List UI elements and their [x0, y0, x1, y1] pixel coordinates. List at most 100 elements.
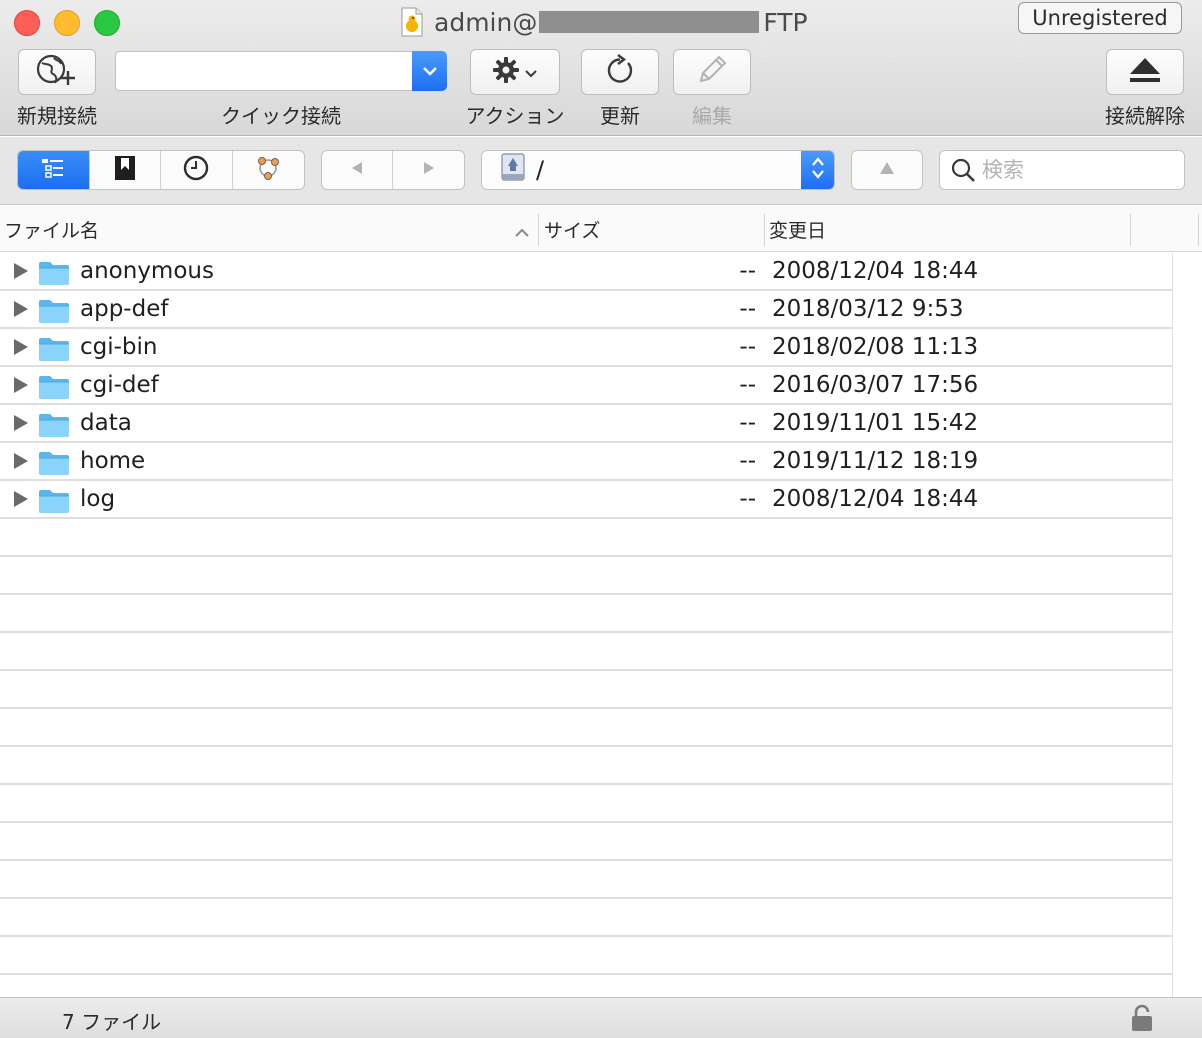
triangle-up-icon	[878, 160, 896, 180]
bookmarks-tab[interactable]	[90, 151, 161, 189]
window-title-prefix: admin@	[434, 7, 538, 37]
pencil-icon	[695, 53, 729, 91]
folder-icon	[38, 260, 70, 286]
disconnect-button[interactable]	[1106, 49, 1184, 95]
bookmark-icon	[113, 154, 137, 186]
file-modified-date: 2008/12/04 18:44	[772, 258, 979, 284]
empty-row	[0, 557, 1172, 595]
folder-icon	[38, 412, 70, 438]
lock-icon[interactable]	[1130, 1003, 1154, 1033]
action-button[interactable]	[470, 49, 560, 95]
bonjour-tab[interactable]	[233, 151, 305, 189]
back-button[interactable]	[322, 151, 393, 189]
empty-row	[0, 671, 1172, 709]
column-divider[interactable]	[538, 214, 539, 246]
history-tab[interactable]	[161, 151, 233, 189]
new-connection-button[interactable]	[18, 49, 96, 95]
file-name: app-def	[80, 296, 169, 322]
edit-button[interactable]	[673, 49, 751, 95]
column-header-row: ファイル名 サイズ 変更日	[0, 206, 1202, 252]
folder-icon	[38, 298, 70, 324]
search-field[interactable]	[939, 150, 1185, 190]
folder-icon	[38, 336, 70, 362]
file-count: 7 ファイル	[62, 1010, 162, 1034]
redacted-hostname	[539, 11, 760, 33]
view-mode-segmented-control	[17, 150, 305, 190]
file-size: --	[739, 448, 756, 474]
new-connection-label: 新規接続	[17, 104, 97, 128]
table-row[interactable]: app-def -- 2018/03/12 9:53	[0, 291, 1172, 329]
current-path: /	[536, 156, 545, 184]
file-modified-date: 2016/03/07 17:56	[772, 372, 979, 398]
table-row[interactable]: home -- 2019/11/12 18:19	[0, 443, 1172, 481]
minimize-window-button[interactable]	[54, 10, 80, 36]
file-modified-date: 2019/11/01 15:42	[772, 410, 979, 436]
disk-icon	[498, 152, 528, 188]
empty-row	[0, 595, 1172, 633]
column-divider[interactable]	[764, 214, 765, 246]
column-header-size[interactable]: サイズ	[544, 206, 760, 252]
close-window-button[interactable]	[14, 10, 40, 36]
refresh-button[interactable]	[581, 49, 659, 95]
status-bar: 7 ファイル	[0, 997, 1202, 1038]
file-name: log	[80, 486, 116, 512]
file-size: --	[739, 410, 756, 436]
file-name: data	[80, 410, 132, 436]
file-modified-date: 2018/02/08 11:13	[772, 334, 979, 360]
disclosure-triangle-icon[interactable]	[14, 377, 28, 393]
clock-icon	[182, 154, 210, 186]
table-row[interactable]: cgi-bin -- 2018/02/08 11:13	[0, 329, 1172, 367]
search-icon	[950, 157, 976, 183]
disclosure-triangle-icon[interactable]	[14, 415, 28, 431]
scroll-gutter	[1172, 253, 1202, 997]
navigation-bar: /	[0, 137, 1202, 205]
forward-button[interactable]	[393, 151, 464, 189]
unregistered-button[interactable]: Unregistered	[1018, 2, 1182, 34]
table-row[interactable]: anonymous -- 2008/12/04 18:44	[0, 253, 1172, 291]
quick-connect-dropdown[interactable]	[412, 51, 447, 91]
column-header-modified-label: 変更日	[769, 219, 827, 242]
empty-row	[0, 823, 1172, 861]
file-name: cgi-def	[80, 372, 159, 398]
file-size: --	[739, 296, 756, 322]
column-header-name-label: ファイル名	[4, 219, 100, 242]
file-size: --	[739, 486, 756, 512]
parent-directory-button[interactable]	[852, 151, 922, 189]
bookmark-document-icon	[400, 7, 424, 37]
column-header-modified[interactable]: 変更日	[769, 206, 1129, 252]
file-modified-date: 2008/12/04 18:44	[772, 486, 979, 512]
path-selector[interactable]: /	[481, 150, 835, 190]
zoom-window-button[interactable]	[94, 10, 120, 36]
column-divider[interactable]	[1130, 214, 1131, 246]
chevron-down-icon	[524, 63, 538, 82]
table-row[interactable]: log -- 2008/12/04 18:44	[0, 481, 1172, 519]
file-size: --	[739, 258, 756, 284]
file-name: home	[80, 448, 146, 474]
outline-list-icon	[40, 156, 66, 184]
table-row[interactable]: cgi-def -- 2016/03/07 17:56	[0, 367, 1172, 405]
refresh-icon	[604, 53, 636, 91]
path-stepper[interactable]	[801, 151, 834, 189]
empty-row	[0, 899, 1172, 937]
disclosure-triangle-icon[interactable]	[14, 491, 28, 507]
disconnect-label: 接続解除	[1105, 104, 1185, 128]
browser-view-tab[interactable]	[18, 151, 90, 189]
triangle-right-icon	[421, 160, 437, 180]
disclosure-triangle-icon[interactable]	[14, 263, 28, 279]
file-list: anonymous -- 2008/12/04 18:44 app-def -- 2018…	[0, 253, 1172, 997]
eject-icon	[1127, 55, 1163, 89]
empty-row	[0, 785, 1172, 823]
disclosure-triangle-icon[interactable]	[14, 453, 28, 469]
file-modified-date: 2018/03/12 9:53	[772, 296, 964, 322]
file-name: cgi-bin	[80, 334, 158, 360]
column-header-name[interactable]: ファイル名	[4, 206, 534, 252]
empty-row	[0, 861, 1172, 899]
quick-connect-label: クイック接続	[221, 104, 341, 128]
disclosure-triangle-icon[interactable]	[14, 301, 28, 317]
folder-icon	[38, 450, 70, 476]
disclosure-triangle-icon[interactable]	[14, 339, 28, 355]
search-input[interactable]	[982, 158, 1172, 182]
window-title-suffix: FTP	[763, 7, 808, 37]
quick-connect-input[interactable]	[115, 51, 413, 91]
table-row[interactable]: data -- 2019/11/01 15:42	[0, 405, 1172, 443]
